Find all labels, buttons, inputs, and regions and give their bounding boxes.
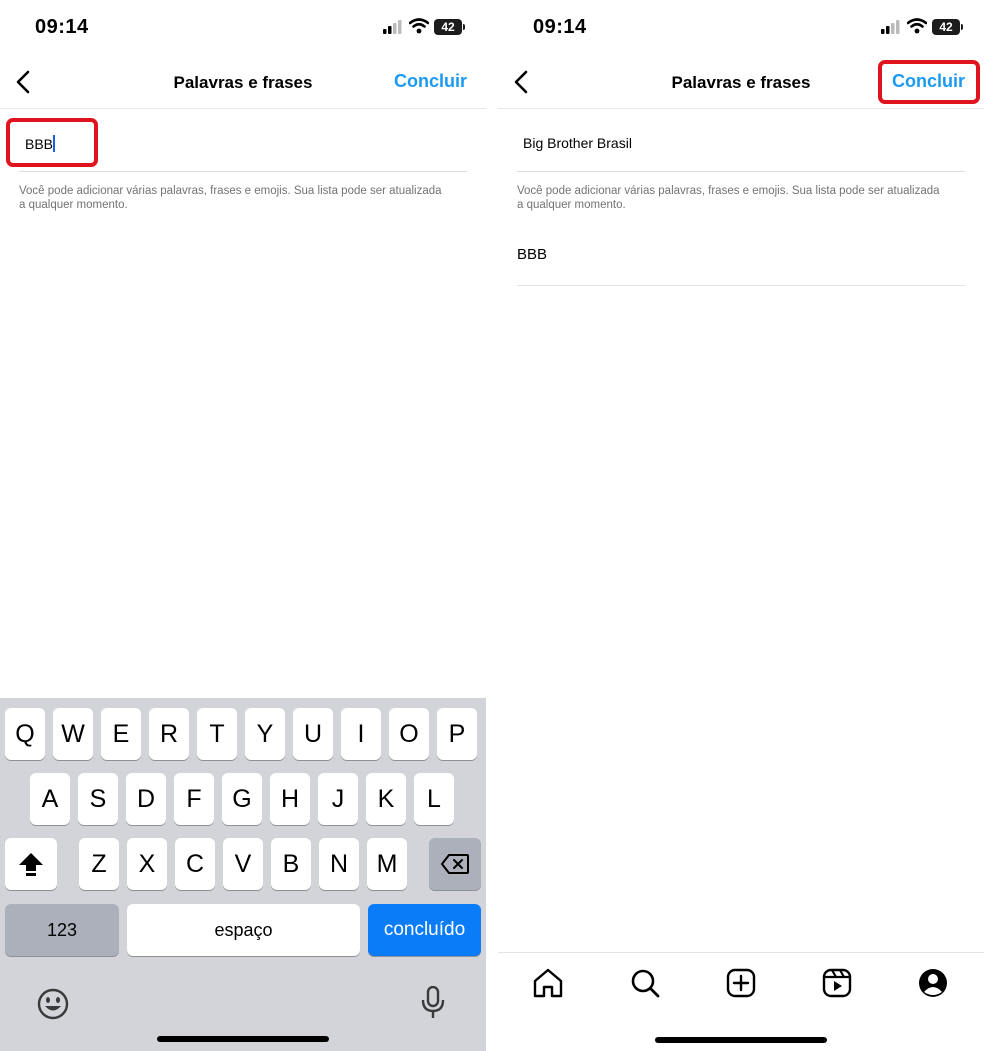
key-c[interactable]: C bbox=[175, 838, 215, 890]
home-indicator bbox=[157, 1036, 329, 1042]
right-phone-screen: 09:14 42 Palavras e frases Concluir Big … bbox=[498, 0, 984, 1051]
key-e[interactable]: E bbox=[101, 708, 141, 760]
status-bar: 09:14 42 bbox=[498, 0, 984, 58]
concluido-key[interactable]: concluído bbox=[368, 904, 481, 956]
cellular-signal-icon bbox=[881, 20, 900, 34]
key-m[interactable]: M bbox=[367, 838, 407, 890]
key-q[interactable]: Q bbox=[5, 708, 45, 760]
nav-bar: Palavras e frases Concluir bbox=[0, 58, 486, 109]
keyboard-row-3: ZXCVBNM bbox=[0, 838, 486, 890]
concluir-highlight-box bbox=[878, 60, 980, 104]
backspace-icon bbox=[441, 854, 469, 874]
battery-icon: 42 bbox=[932, 19, 960, 35]
home-indicator bbox=[655, 1037, 827, 1043]
emoji-icon[interactable] bbox=[37, 988, 69, 1020]
key-w[interactable]: W bbox=[53, 708, 93, 760]
status-time: 09:14 bbox=[35, 16, 89, 38]
key-o[interactable]: O bbox=[389, 708, 429, 760]
shift-key[interactable] bbox=[5, 838, 57, 890]
helper-text: Você pode adicionar várias palavras, fra… bbox=[517, 185, 940, 211]
space-key[interactable]: espaço bbox=[127, 904, 360, 956]
bottom-tab-bar bbox=[498, 952, 984, 1051]
keyboard-row-4: 123 espaço concluído bbox=[0, 904, 486, 956]
cellular-signal-icon bbox=[383, 20, 402, 34]
word-input-value: Big Brother Brasil bbox=[523, 135, 632, 151]
key-k[interactable]: K bbox=[366, 773, 406, 825]
word-input-field[interactable]: Big Brother Brasil bbox=[517, 128, 965, 172]
key-a[interactable]: A bbox=[30, 773, 70, 825]
list-item-label: BBB bbox=[517, 246, 548, 263]
concluir-button[interactable]: Concluir bbox=[394, 71, 467, 92]
key-n[interactable]: N bbox=[319, 838, 359, 890]
wifi-icon bbox=[409, 18, 429, 34]
status-bar: 09:14 42 bbox=[0, 0, 486, 58]
backspace-key[interactable] bbox=[429, 838, 481, 890]
key-u[interactable]: U bbox=[293, 708, 333, 760]
key-j[interactable]: J bbox=[318, 773, 358, 825]
search-icon[interactable] bbox=[629, 967, 661, 999]
left-phone-screen: 09:14 42 Palavras e frases Concluir BBB … bbox=[0, 0, 486, 1051]
helper-text: Você pode adicionar várias palavras, fra… bbox=[19, 185, 442, 211]
status-time: 09:14 bbox=[533, 16, 587, 38]
key-t[interactable]: T bbox=[197, 708, 237, 760]
create-icon[interactable] bbox=[725, 967, 757, 999]
key-s[interactable]: S bbox=[78, 773, 118, 825]
input-highlight-box bbox=[6, 118, 98, 167]
key-x[interactable]: X bbox=[127, 838, 167, 890]
key-p[interactable]: P bbox=[437, 708, 477, 760]
wifi-icon bbox=[907, 18, 927, 34]
battery-icon: 42 bbox=[434, 19, 462, 35]
key-y[interactable]: Y bbox=[245, 708, 285, 760]
battery-tip bbox=[961, 24, 963, 30]
keyboard-row-2: ASDFGHJKL bbox=[0, 773, 486, 825]
key-h[interactable]: H bbox=[270, 773, 310, 825]
panel-divider bbox=[486, 0, 498, 1051]
home-icon[interactable] bbox=[532, 967, 564, 999]
key-z[interactable]: Z bbox=[79, 838, 119, 890]
key-l[interactable]: L bbox=[414, 773, 454, 825]
key-i[interactable]: I bbox=[341, 708, 381, 760]
key-b[interactable]: B bbox=[271, 838, 311, 890]
shift-icon bbox=[19, 853, 43, 876]
key-d[interactable]: D bbox=[126, 773, 166, 825]
key-v[interactable]: V bbox=[223, 838, 263, 890]
numbers-key[interactable]: 123 bbox=[5, 904, 119, 956]
keyboard: QWERTYUIOP ASDFGHJKL ZXCVBNM 123 espaço … bbox=[0, 698, 486, 1051]
microphone-icon[interactable] bbox=[421, 986, 445, 1020]
key-f[interactable]: F bbox=[174, 773, 214, 825]
reels-icon[interactable] bbox=[821, 967, 853, 999]
battery-tip bbox=[463, 24, 465, 30]
key-g[interactable]: G bbox=[222, 773, 262, 825]
list-item[interactable]: BBB bbox=[517, 238, 965, 286]
keyboard-row-1: QWERTYUIOP bbox=[0, 708, 486, 760]
key-r[interactable]: R bbox=[149, 708, 189, 760]
profile-icon[interactable] bbox=[917, 967, 949, 999]
